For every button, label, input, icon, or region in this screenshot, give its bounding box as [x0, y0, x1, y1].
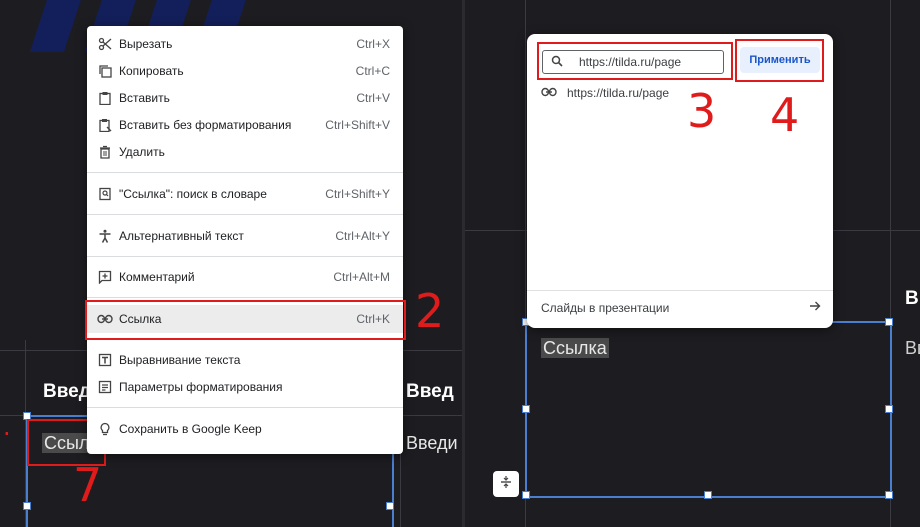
menu-item-shortcut: Ctrl+Shift+Y	[325, 187, 390, 201]
annotation-number-1: 7	[73, 458, 103, 512]
slide-heading-right[interactable]: Введ	[406, 381, 454, 403]
annotation-box-2	[85, 300, 406, 340]
menu-item-label: Выравнивание текста	[119, 353, 241, 367]
resize-handle[interactable]	[885, 318, 893, 326]
annotation-number-2: 2	[415, 284, 445, 338]
resize-handle[interactable]	[885, 405, 893, 413]
popup-separator	[527, 290, 833, 291]
menu-item-shortcut: Ctrl+V	[356, 91, 390, 105]
menu-item-paste-plain[interactable]: Вставить без форматирования Ctrl+Shift+V	[87, 112, 403, 138]
clipboard-icon	[97, 90, 113, 106]
menu-item-shortcut: Ctrl+Alt+M	[333, 270, 390, 284]
arrow-right-icon	[809, 300, 821, 315]
menu-item-label: Комментарий	[119, 270, 195, 284]
comment-add-icon	[97, 269, 113, 285]
accessibility-icon	[97, 228, 113, 244]
menu-item-delete[interactable]: Удалить	[87, 139, 403, 165]
menu-item-label: Вставить без форматирования	[119, 118, 292, 132]
text-box-content[interactable]: Ссылка	[541, 338, 609, 359]
format-options-icon	[97, 379, 113, 395]
menu-item-paste[interactable]: Вставить Ctrl+V	[87, 85, 403, 111]
menu-item-label: Сохранить в Google Keep	[119, 422, 262, 436]
menu-separator	[87, 256, 403, 257]
right-slide-pane: Вв Вв Ссылка https://tilda.ru/page Приме…	[465, 0, 920, 527]
menu-separator	[87, 172, 403, 173]
annotation-box-3	[537, 42, 733, 80]
menu-item-keep[interactable]: Сохранить в Google Keep	[87, 416, 403, 442]
menu-item-shortcut: Ctrl+C	[355, 64, 390, 78]
resize-handle[interactable]	[522, 405, 530, 413]
menu-item-label: Альтернативный текст	[119, 229, 244, 243]
scissors-icon	[97, 36, 113, 52]
menu-item-cut[interactable]: Вырезать Ctrl+X	[87, 31, 403, 57]
text-box-content-right[interactable]: Введи	[406, 433, 458, 454]
annotation-dot: ·	[3, 420, 11, 448]
trash-icon	[97, 144, 113, 160]
decor-stripe	[29, 0, 85, 52]
resize-handle[interactable]	[885, 491, 893, 499]
link-icon	[541, 86, 557, 100]
text-box-fit-button[interactable]	[493, 471, 519, 497]
text-box-content-right[interactable]: Вв	[905, 338, 920, 359]
menu-separator	[87, 297, 403, 298]
menu-item-shortcut: Ctrl+Alt+Y	[335, 229, 390, 243]
menu-item-label: Вставить	[119, 91, 170, 105]
menu-item-label: Копировать	[119, 64, 184, 78]
menu-item-dictionary[interactable]: "Ссылка": поиск в словаре Ctrl+Shift+Y	[87, 181, 403, 207]
menu-item-copy[interactable]: Копировать Ctrl+C	[87, 58, 403, 84]
dictionary-icon	[97, 186, 113, 202]
menu-item-alt-text[interactable]: Альтернативный текст Ctrl+Alt+Y	[87, 223, 403, 249]
slide-heading[interactable]: Введ	[43, 381, 91, 403]
menu-item-label: Параметры форматирования	[119, 380, 283, 394]
menu-item-format-options[interactable]: Параметры форматирования	[87, 374, 403, 400]
slides-in-presentation-option[interactable]: Слайды в презентации	[541, 300, 821, 315]
menu-item-shortcut: Ctrl+Shift+V	[325, 118, 390, 132]
menu-item-shortcut: Ctrl+X	[356, 37, 390, 51]
resize-handle[interactable]	[23, 502, 31, 510]
annotation-box-4	[735, 39, 824, 82]
menu-item-label: Вырезать	[119, 37, 173, 51]
slides-in-presentation-label: Слайды в презентации	[541, 300, 670, 315]
resize-handle[interactable]	[386, 502, 394, 510]
keep-bulb-icon	[97, 421, 113, 437]
resize-handle[interactable]	[704, 491, 712, 499]
menu-separator	[87, 407, 403, 408]
resize-handle[interactable]	[522, 491, 530, 499]
text-align-icon	[97, 352, 113, 368]
vertical-align-icon	[499, 475, 513, 494]
annotation-number-4: 4	[770, 88, 800, 142]
link-suggestion[interactable]: https://tilda.ru/page	[541, 84, 669, 102]
left-slide-pane: Введ Введ Ссылка Введи · 7 Вырезать Ctrl…	[0, 0, 462, 527]
copy-icon	[97, 63, 113, 79]
link-suggestion-text: https://tilda.ru/page	[567, 86, 670, 100]
menu-item-label: "Ссылка": поиск в словаре	[119, 187, 267, 201]
selected-link-text[interactable]: Ссылка	[541, 338, 609, 358]
paste-plain-icon	[97, 117, 113, 133]
slide-heading-right[interactable]: Вв	[905, 288, 920, 310]
menu-separator	[87, 214, 403, 215]
menu-item-label: Удалить	[119, 145, 165, 159]
menu-item-comment[interactable]: Комментарий Ctrl+Alt+M	[87, 264, 403, 290]
menu-item-text-align[interactable]: Выравнивание текста	[87, 347, 403, 373]
context-menu: Вырезать Ctrl+X Копировать Ctrl+C Встави…	[87, 26, 403, 454]
annotation-number-3: 3	[687, 84, 717, 138]
